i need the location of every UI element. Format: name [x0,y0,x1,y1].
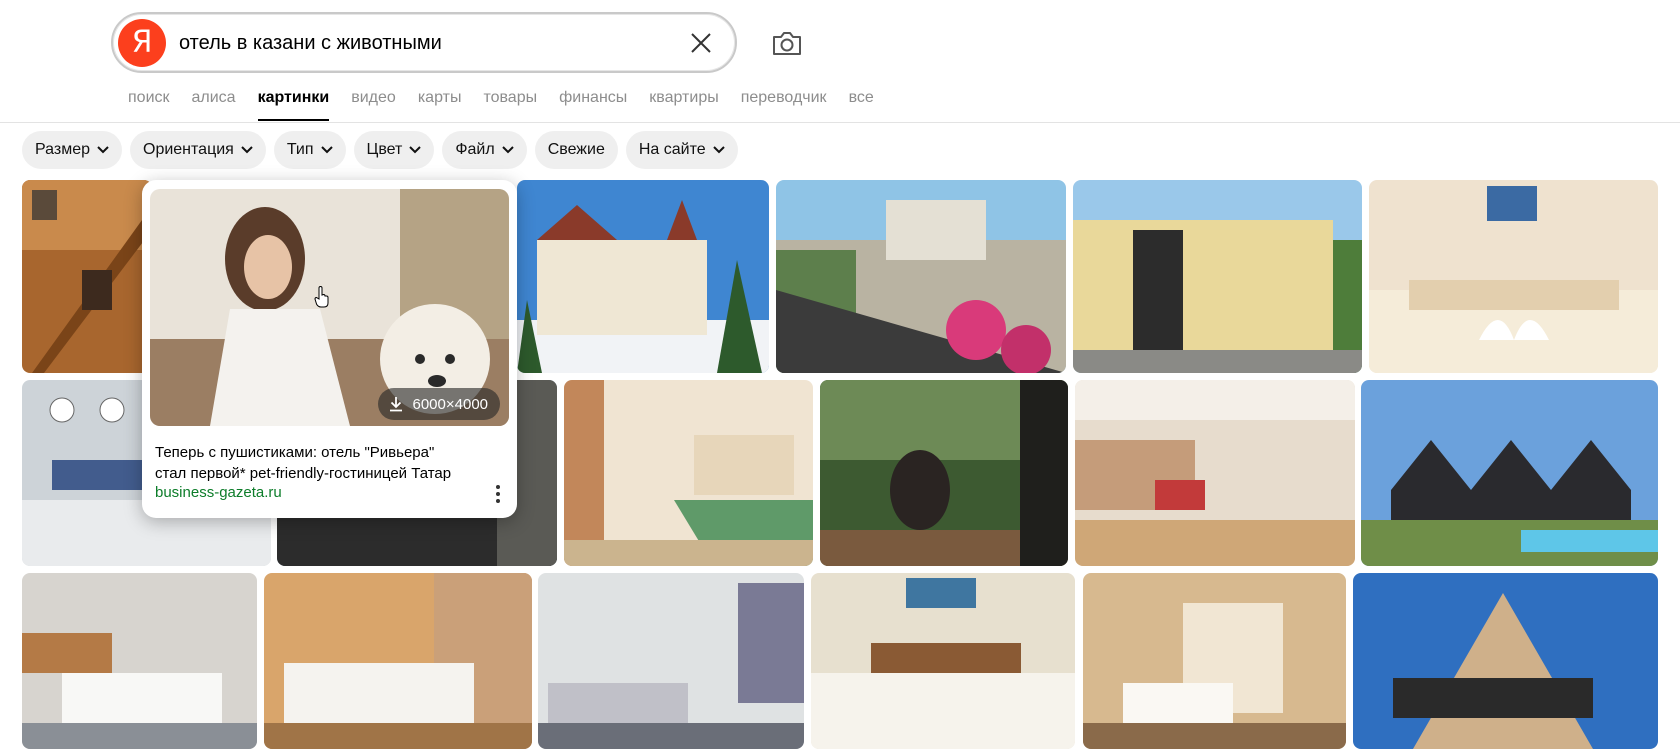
filter-color[interactable]: Цвет [353,131,435,169]
photo-bed-swans [1369,180,1658,373]
close-icon[interactable] [687,29,715,57]
tab-maps[interactable]: карты [418,88,462,124]
image-result[interactable] [564,380,813,566]
more-vertical-icon[interactable] [488,481,508,507]
preview-title-line: Теперь с пушистиками: отель "Ривьера" [155,444,435,461]
camera-icon[interactable] [770,26,804,60]
photo-forest-chair [820,380,1068,566]
filter-on-site[interactable]: На сайте [625,131,738,169]
image-result[interactable] [538,573,804,749]
chevron-down-icon [241,146,253,154]
filter-label: Размер [35,141,90,158]
filter-size[interactable]: Размер [22,131,122,169]
photo-restaurant-hall [1075,380,1355,566]
preview-title[interactable]: Теперь с пушистиками: отель "Ривьера" ст… [155,442,485,484]
tab-goods[interactable]: товары [483,88,537,124]
image-result[interactable] [820,380,1068,566]
photo-wooden-room [264,573,532,749]
tab-poisk[interactable]: поиск [128,88,170,124]
search-tabs: поиск алиса картинки видео карты товары … [128,88,896,124]
image-size-label: 6000×4000 [412,395,489,413]
photo-staircase-dog [22,180,152,373]
image-result[interactable] [776,180,1066,373]
chevron-down-icon [409,146,422,154]
photo-yellow-hostel [1073,180,1362,373]
filter-orientation[interactable]: Ориентация [130,131,266,169]
preview-image[interactable]: 6000×4000 [150,189,509,426]
image-preview-card[interactable]: 6000×4000 Теперь с пушистиками: отель "Р… [142,180,517,518]
image-result[interactable] [811,573,1075,749]
yandex-logo[interactable]: Я [118,19,166,67]
photo-room-kitchenette [22,573,257,749]
filter-label: Ориентация [143,141,234,158]
image-result[interactable] [22,573,257,749]
filter-label: Цвет [366,141,403,158]
chevron-down-icon [320,146,333,154]
photo-green-bed [564,380,813,566]
header-divider [0,122,1680,123]
image-result[interactable] [517,180,769,373]
tab-all[interactable]: все [849,88,874,124]
tab-finance[interactable]: финансы [559,88,627,124]
filter-label: На сайте [638,141,706,158]
image-result[interactable] [1083,573,1346,749]
preview-title-line: стал первой* pet-friendly-гостиницей Тат… [155,465,452,482]
filter-bar: Размер Ориентация Тип Цвет Файл Свежие Н… [22,131,746,169]
filter-label: Файл [455,141,495,158]
image-size-badge[interactable]: 6000×4000 [377,388,500,420]
tab-alisa[interactable]: алиса [192,88,236,124]
photo-hotel-snow [517,180,769,373]
photo-amaks-tower [1353,573,1658,749]
image-result[interactable] [1361,380,1658,566]
search-box[interactable]: Я [111,12,737,73]
image-result[interactable] [1369,180,1658,373]
tab-apartments[interactable]: квартиры [649,88,718,124]
chevron-down-icon [501,146,514,154]
image-result[interactable] [1073,180,1362,373]
tab-translator[interactable]: переводчик [741,88,827,124]
image-result[interactable] [1075,380,1355,566]
filter-fresh[interactable]: Свежие [534,131,618,169]
filter-label: Свежие [547,141,605,158]
photo-warm-room [1083,573,1346,749]
tab-video[interactable]: видео [351,88,396,124]
photo-twin-room [538,573,804,749]
photo-bed-swans-picture [811,573,1075,749]
photo-balcony-flowers [776,180,1066,373]
filter-file[interactable]: Файл [442,131,527,169]
filter-type[interactable]: Тип [273,131,346,169]
download-icon [389,397,402,412]
photo-modern-houses-pool [1361,380,1658,566]
chevron-down-icon [712,146,725,154]
search-input[interactable] [179,28,649,58]
image-result[interactable] [22,180,152,373]
image-result[interactable] [264,573,532,749]
preview-source-link[interactable]: business-gazeta.ru [155,484,282,501]
tab-images[interactable]: картинки [257,88,329,124]
image-result[interactable] [1353,573,1658,749]
chevron-down-icon [97,146,109,154]
filter-label: Тип [286,141,314,158]
